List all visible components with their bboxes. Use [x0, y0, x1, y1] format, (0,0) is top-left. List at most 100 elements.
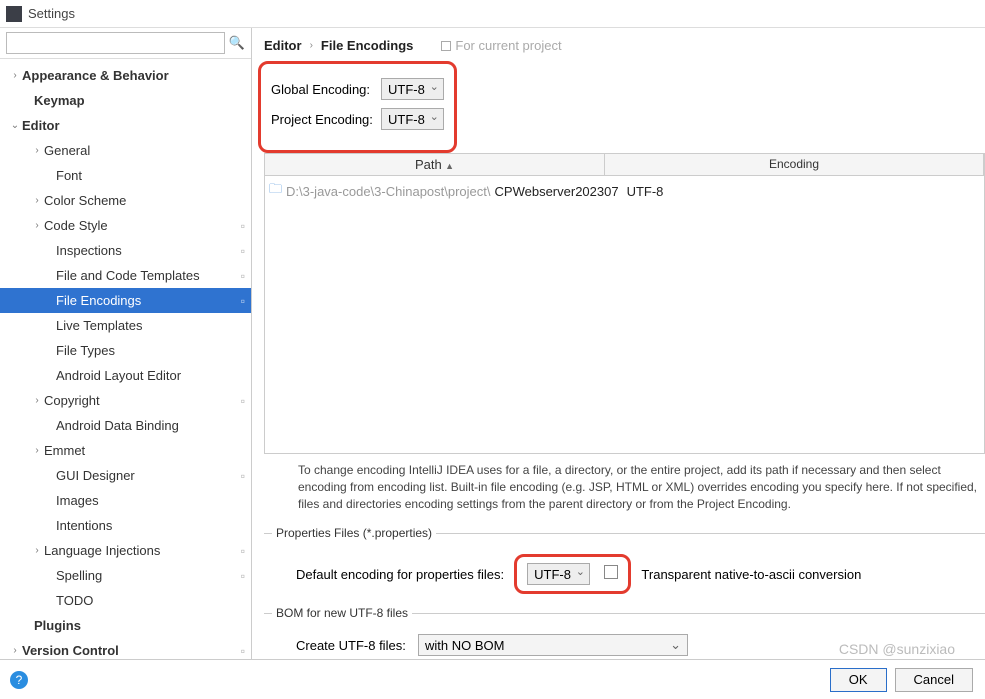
sidebar-item-editor[interactable]: ⌄Editor — [0, 113, 251, 138]
project-scope-indicator-icon: ▫ — [237, 294, 245, 308]
dialog-footer: ? OK Cancel — [0, 659, 985, 699]
sidebar: 🔍 ›Appearance & BehaviorKeymap⌄Editor›Ge… — [0, 28, 252, 659]
project-scope-indicator-icon: ▫ — [237, 644, 245, 658]
sidebar-item-label: TODO — [56, 593, 245, 608]
sidebar-item-label: Code Style — [44, 218, 237, 233]
sidebar-item-label: Images — [56, 493, 245, 508]
sidebar-item-spelling[interactable]: Spelling▫ — [0, 563, 251, 588]
sidebar-item-label: File and Code Templates — [56, 268, 237, 283]
sidebar-item-label: Font — [56, 168, 245, 183]
sidebar-item-file-encodings[interactable]: File Encodings▫ — [0, 288, 251, 313]
path-prefix: D:\3-java-code\3-Chinapost\project\ — [286, 184, 491, 199]
sidebar-item-images[interactable]: Images — [0, 488, 251, 513]
col-path[interactable]: Path ▲ — [265, 154, 605, 175]
project-encoding-combo[interactable]: UTF-8 — [381, 108, 444, 130]
sidebar-item-label: Copyright — [44, 393, 237, 408]
sidebar-item-emmet[interactable]: ›Emmet — [0, 438, 251, 463]
app-icon — [6, 6, 22, 22]
path-name: CPWebserver202307 — [495, 184, 619, 199]
current-project-hint: For current project — [441, 38, 561, 53]
sidebar-item-label: Inspections — [56, 243, 237, 258]
search-input[interactable] — [6, 32, 225, 54]
main-panel: Editor › File Encodings For current proj… — [252, 28, 985, 659]
sidebar-item-intentions[interactable]: Intentions — [0, 513, 251, 538]
sidebar-item-label: Version Control — [22, 643, 237, 658]
breadcrumb: Editor › File Encodings For current proj… — [264, 38, 985, 61]
sidebar-item-label: Emmet — [44, 443, 245, 458]
sidebar-item-general[interactable]: ›General — [0, 138, 251, 163]
properties-encoding-label: Default encoding for properties files: — [296, 567, 504, 582]
sidebar-item-keymap[interactable]: Keymap — [0, 88, 251, 113]
project-scope-indicator-icon: ▫ — [237, 219, 245, 233]
cancel-button[interactable]: Cancel — [895, 668, 973, 692]
breadcrumb-current: File Encodings — [321, 38, 413, 53]
search-icon[interactable]: 🔍 — [229, 35, 245, 51]
chevron-icon: › — [8, 70, 22, 81]
sidebar-item-label: File Types — [56, 343, 245, 358]
sidebar-item-language-injections[interactable]: ›Language Injections▫ — [0, 538, 251, 563]
breadcrumb-root[interactable]: Editor — [264, 38, 302, 53]
sidebar-item-label: Intentions — [56, 518, 245, 533]
sidebar-item-color-scheme[interactable]: ›Color Scheme — [0, 188, 251, 213]
native-to-ascii-checkbox[interactable] — [604, 565, 618, 579]
sidebar-item-label: GUI Designer — [56, 468, 237, 483]
sidebar-item-gui-designer[interactable]: GUI Designer▫ — [0, 463, 251, 488]
sidebar-item-label: Language Injections — [44, 543, 237, 558]
title-bar: Settings — [0, 0, 985, 28]
sidebar-item-copyright[interactable]: ›Copyright▫ — [0, 388, 251, 413]
chevron-icon: › — [30, 145, 44, 156]
sidebar-item-todo[interactable]: TODO — [0, 588, 251, 613]
encoding-table-body[interactable]: 🗀 D:\3-java-code\3-Chinapost\project\ CPW… — [264, 176, 985, 454]
properties-fieldset: Properties Files (*.properties) Default … — [264, 526, 985, 602]
folder-icon: 🗀 — [269, 180, 282, 202]
search-row: 🔍 — [0, 28, 251, 59]
watermark: CSDN @sunzixiao — [839, 641, 955, 657]
encoding-description: To change encoding IntelliJ IDEA uses fo… — [264, 454, 985, 522]
chevron-icon: › — [30, 545, 44, 556]
encoding-table-header: Path ▲ Encoding — [264, 153, 985, 176]
bom-legend: BOM for new UTF-8 files — [272, 606, 412, 620]
project-scope-indicator-icon: ▫ — [237, 469, 245, 483]
col-encoding[interactable]: Encoding — [605, 154, 984, 175]
sidebar-item-android-layout-editor[interactable]: Android Layout Editor — [0, 363, 251, 388]
highlight-properties-box: UTF-8 — [514, 554, 631, 594]
sidebar-item-code-style[interactable]: ›Code Style▫ — [0, 213, 251, 238]
sidebar-item-inspections[interactable]: Inspections▫ — [0, 238, 251, 263]
project-scope-icon — [441, 41, 451, 51]
chevron-icon: › — [30, 395, 44, 406]
settings-tree: ›Appearance & BehaviorKeymap⌄Editor›Gene… — [0, 59, 251, 659]
properties-legend: Properties Files (*.properties) — [272, 526, 436, 540]
sidebar-item-label: General — [44, 143, 245, 158]
sidebar-item-label: Android Layout Editor — [56, 368, 245, 383]
chevron-icon: › — [30, 445, 44, 456]
window-title: Settings — [28, 6, 75, 21]
bom-label: Create UTF-8 files: — [296, 638, 408, 653]
project-scope-indicator-icon: ▫ — [237, 569, 245, 583]
native-to-ascii-label: Transparent native-to-ascii conversion — [641, 567, 861, 582]
chevron-right-icon: › — [310, 40, 313, 51]
ok-button[interactable]: OK — [830, 668, 887, 692]
project-scope-indicator-icon: ▫ — [237, 544, 245, 558]
sidebar-item-version-control[interactable]: ›Version Control▫ — [0, 638, 251, 659]
sidebar-item-font[interactable]: Font — [0, 163, 251, 188]
sidebar-item-label: Plugins — [34, 618, 245, 633]
global-encoding-combo[interactable]: UTF-8 — [381, 78, 444, 100]
sidebar-item-file-types[interactable]: File Types — [0, 338, 251, 363]
chevron-icon: › — [30, 220, 44, 231]
project-scope-indicator-icon: ▫ — [237, 394, 245, 408]
highlight-encoding-box: Global Encoding: UTF-8 Project Encoding:… — [258, 61, 457, 153]
sidebar-item-plugins[interactable]: Plugins — [0, 613, 251, 638]
sidebar-item-file-and-code-templates[interactable]: File and Code Templates▫ — [0, 263, 251, 288]
help-icon[interactable]: ? — [10, 671, 28, 689]
row-encoding: UTF-8 — [627, 184, 664, 199]
chevron-icon: ⌄ — [8, 120, 22, 131]
sidebar-item-appearance-behavior[interactable]: ›Appearance & Behavior — [0, 63, 251, 88]
sidebar-item-live-templates[interactable]: Live Templates — [0, 313, 251, 338]
chevron-icon: › — [8, 645, 22, 656]
bom-combo[interactable]: with NO BOM — [418, 634, 688, 656]
global-encoding-label: Global Encoding: — [271, 82, 381, 97]
properties-encoding-combo[interactable]: UTF-8 — [527, 563, 590, 585]
table-row[interactable]: 🗀 D:\3-java-code\3-Chinapost\project\ CPW… — [269, 180, 980, 202]
sidebar-item-android-data-binding[interactable]: Android Data Binding — [0, 413, 251, 438]
sidebar-item-label: Live Templates — [56, 318, 245, 333]
